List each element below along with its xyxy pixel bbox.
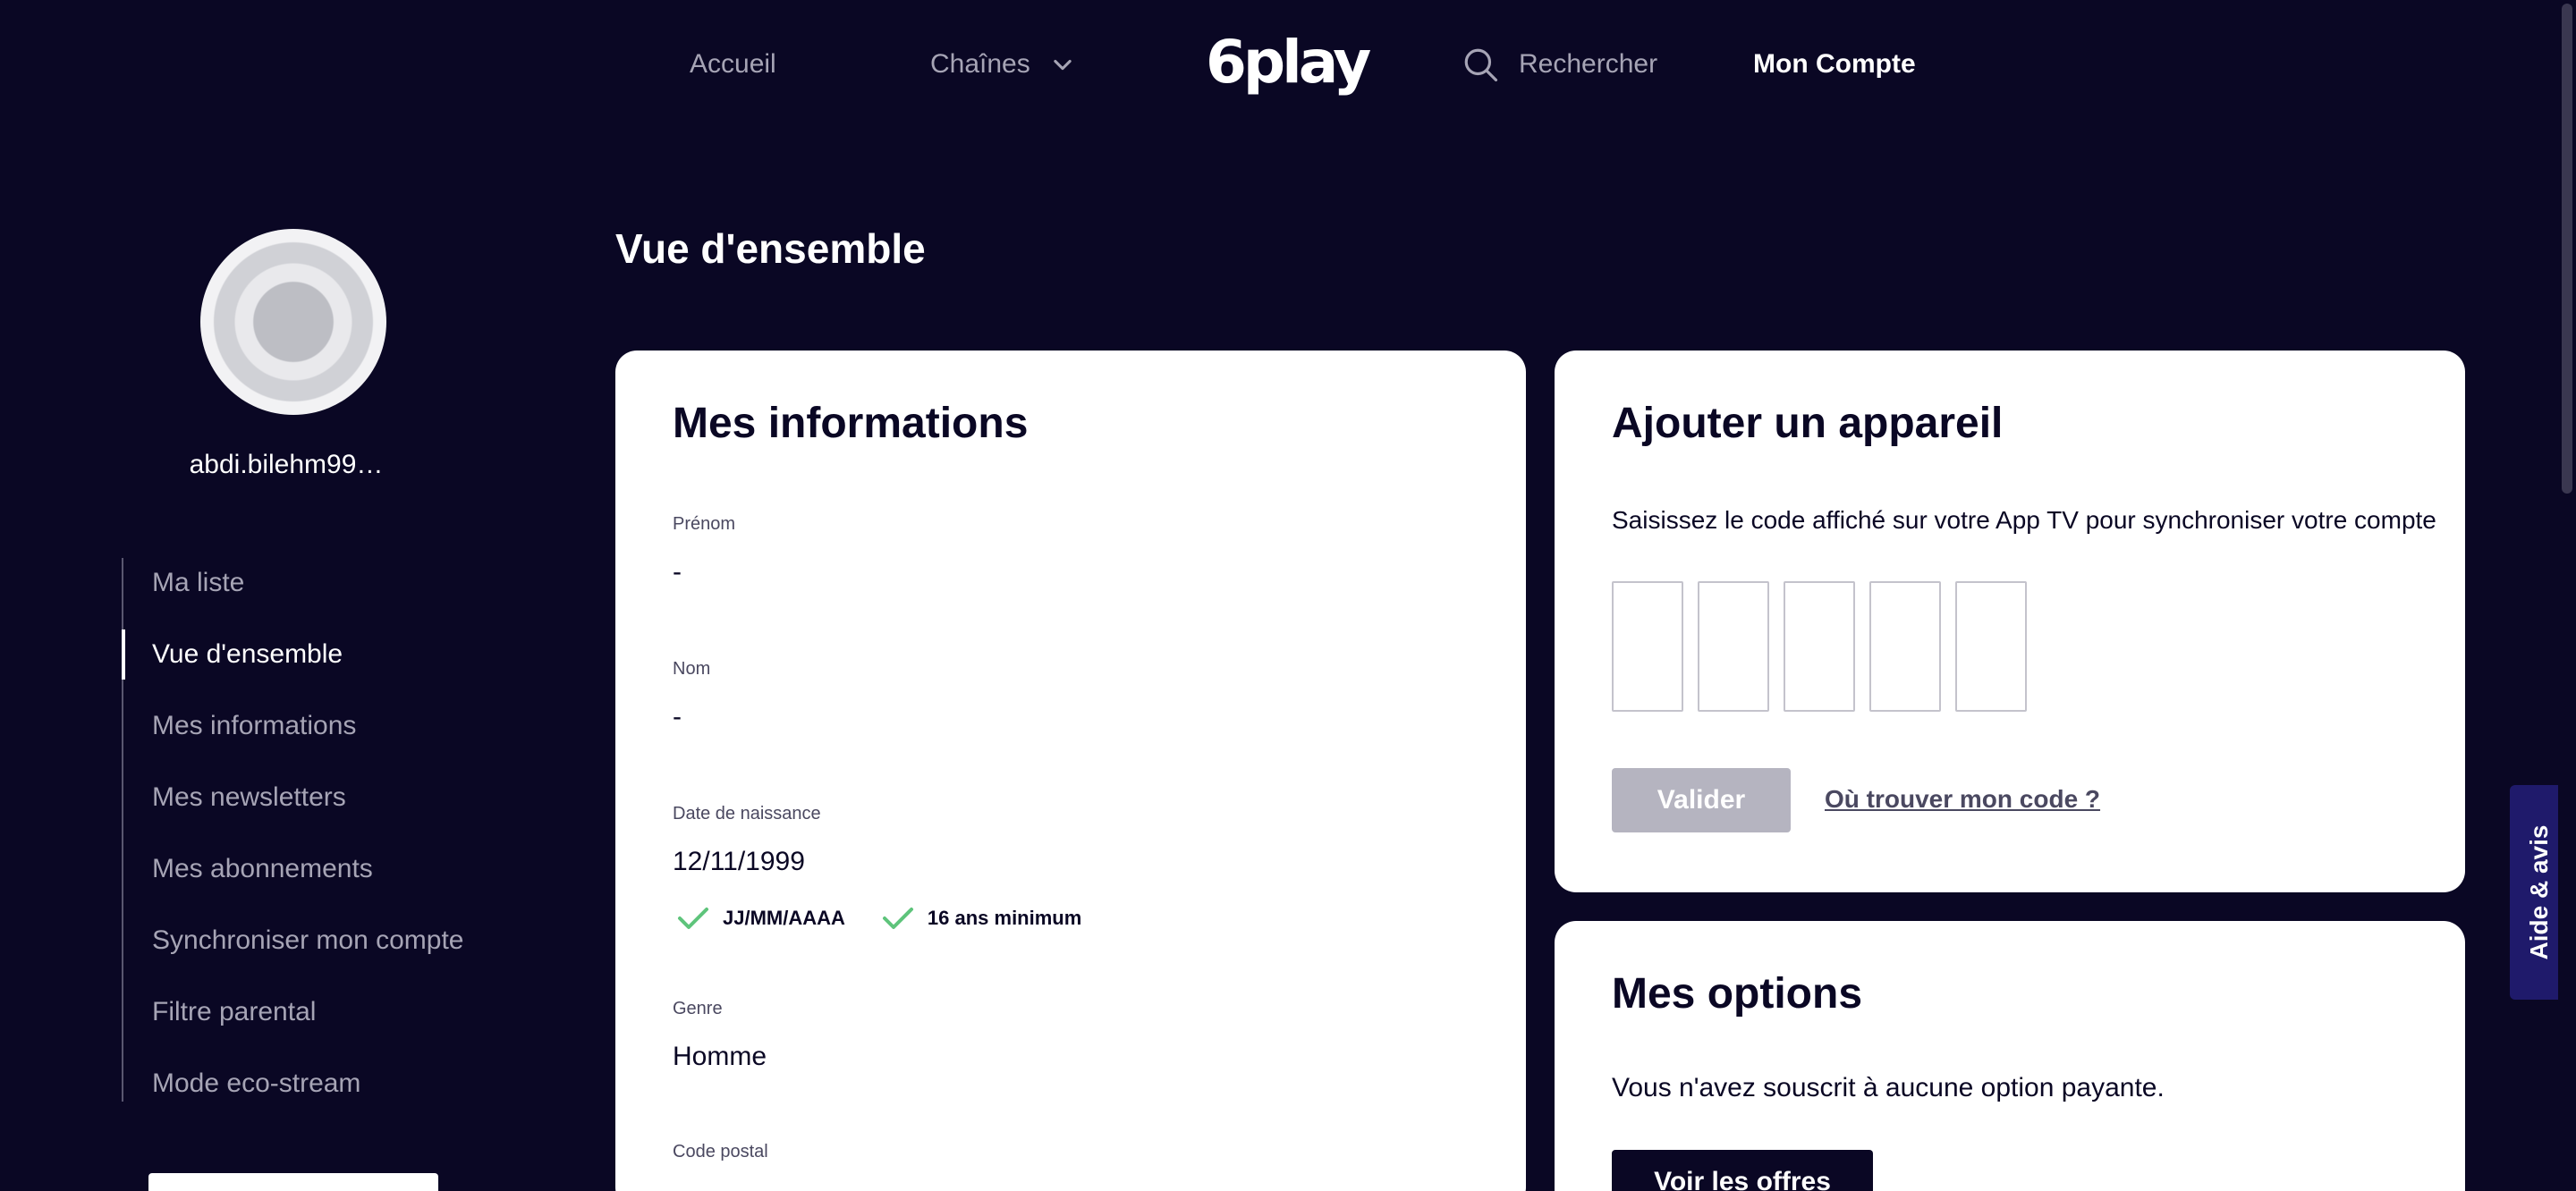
- help-feedback-label: Aide & avis: [2525, 824, 2553, 960]
- birthdate-validations: JJ/MM/AAAA 16 ans minimum: [676, 905, 1081, 932]
- page-title: Vue d'ensemble: [615, 225, 926, 272]
- field-value-firstname: -: [673, 557, 682, 587]
- code-digit-input-3[interactable]: [1784, 581, 1855, 712]
- add-device-title: Ajouter un appareil: [1612, 400, 2004, 447]
- sidebar-item-mes-abonnements[interactable]: Mes abonnements: [123, 844, 517, 894]
- code-digit-input-2[interactable]: [1698, 581, 1769, 712]
- username: abdi.bilehm99…: [189, 450, 384, 479]
- options-card: Mes options Vous n'avez souscrit à aucun…: [1555, 921, 2465, 1191]
- add-device-card: Ajouter un appareil Saisissez le code af…: [1555, 351, 2465, 892]
- field-label-birthdate: Date de naissance: [673, 804, 821, 824]
- code-digit-input-4[interactable]: [1869, 581, 1941, 712]
- info-card-title: Mes informations: [673, 400, 1029, 447]
- sidebar-item-eco-stream[interactable]: Mode eco-stream: [123, 1059, 517, 1109]
- validation-age-label: 16 ans minimum: [927, 907, 1082, 929]
- avatar[interactable]: [200, 229, 386, 415]
- field-value-lastname: -: [673, 702, 682, 731]
- logo[interactable]: 6play: [1206, 27, 1371, 98]
- account-side-menu: Ma liste Vue d'ensemble Mes informations…: [122, 558, 515, 1102]
- check-icon: [678, 908, 708, 929]
- field-value-birthdate: 12/11/1999: [673, 847, 805, 876]
- field-value-gender: Homme: [673, 1042, 767, 1071]
- sidebar-item-mes-informations[interactable]: Mes informations: [123, 701, 517, 751]
- validation-format-label: JJ/MM/AAAA: [723, 907, 845, 929]
- add-device-description: Saisissez le code affiché sur votre App …: [1612, 506, 2436, 534]
- sidebar-item-filtre-parental[interactable]: Filtre parental: [123, 987, 517, 1037]
- options-text: Vous n'avez souscrit à aucune option pay…: [1612, 1073, 2165, 1102]
- check-icon: [882, 908, 913, 929]
- sidebar-item-ma-liste[interactable]: Ma liste: [123, 558, 517, 608]
- search-button[interactable]: Rechercher: [1462, 45, 1657, 84]
- code-digit-input-5[interactable]: [1955, 581, 2027, 712]
- validation-format: JJ/MM/AAAA: [676, 905, 845, 932]
- nav-channels-label: Chaînes: [930, 49, 1030, 79]
- scrollbar-thumb[interactable]: [2562, 4, 2572, 494]
- top-navigation: Accueil Chaînes 6play Rechercher Mon Com…: [0, 0, 2576, 129]
- info-card: Mes informations Prénom - Nom - Date de …: [615, 351, 1526, 1191]
- search-label: Rechercher: [1519, 49, 1658, 79]
- search-icon: [1464, 48, 1498, 82]
- sidebar-item-synchroniser[interactable]: Synchroniser mon compte: [123, 916, 517, 966]
- validate-button[interactable]: Valider: [1612, 768, 1791, 832]
- field-label-firstname: Prénom: [673, 514, 736, 534]
- field-label-postcode: Code postal: [673, 1142, 768, 1161]
- validation-age: 16 ans minimum: [881, 905, 1081, 932]
- chevron-down-icon: [1054, 59, 1072, 71]
- sidebar-item-vue-ensemble[interactable]: Vue d'ensemble: [122, 629, 517, 680]
- nav-account-link[interactable]: Mon Compte: [1753, 45, 1916, 84]
- code-digit-input-1[interactable]: [1612, 581, 1683, 712]
- sidebar-item-mes-newsletters[interactable]: Mes newsletters: [123, 773, 517, 823]
- nav-home-link[interactable]: Accueil: [690, 45, 776, 84]
- scrollbar[interactable]: [2558, 0, 2576, 1191]
- nav-channels-dropdown[interactable]: Chaînes: [930, 45, 1075, 84]
- view-offers-button[interactable]: Voir les offres: [1612, 1150, 1873, 1191]
- find-code-link[interactable]: Où trouver mon code ?: [1825, 781, 2100, 817]
- field-label-gender: Genre: [673, 999, 723, 1018]
- options-title: Mes options: [1612, 970, 1863, 1018]
- field-label-lastname: Nom: [673, 659, 711, 679]
- sidebar-button[interactable]: [148, 1173, 438, 1191]
- page: Accueil Chaînes 6play Rechercher Mon Com…: [0, 0, 2576, 1191]
